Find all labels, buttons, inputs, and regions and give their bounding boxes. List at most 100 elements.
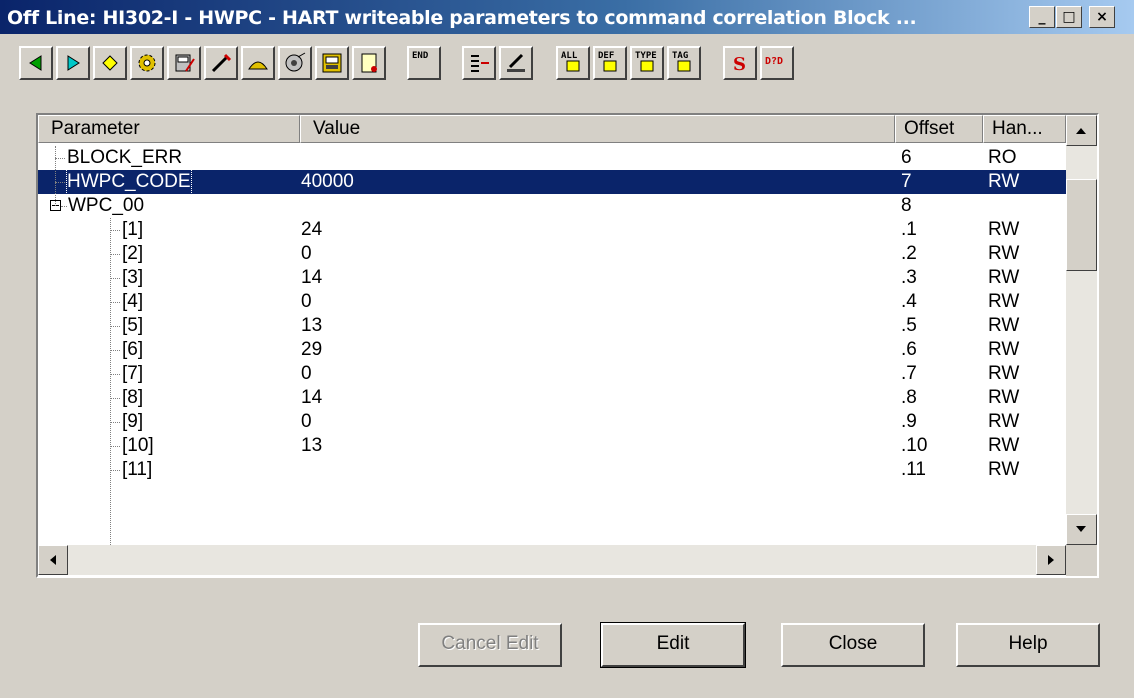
handling-cell: RW bbox=[988, 315, 1020, 336]
handling-cell: RW bbox=[988, 459, 1020, 480]
vertical-scrollbar[interactable] bbox=[1066, 115, 1097, 545]
next-button[interactable] bbox=[56, 46, 90, 80]
offset-cell: .4 bbox=[901, 291, 917, 312]
scroll-left-button[interactable] bbox=[38, 545, 68, 575]
diamond-button[interactable] bbox=[93, 46, 127, 80]
list-arrow-button[interactable] bbox=[462, 46, 496, 80]
gears-icon bbox=[138, 54, 156, 72]
handling-cell: RW bbox=[988, 219, 1020, 240]
maximize-button[interactable]: □ bbox=[1056, 6, 1082, 28]
parameter-cell: BLOCK_ERR bbox=[67, 147, 183, 168]
toolbar: END ALL DEF TYPE TAG S D?D bbox=[0, 36, 1134, 112]
parameter-cell: [2] bbox=[122, 243, 144, 264]
column-header-offset[interactable]: Offset bbox=[895, 115, 983, 143]
value-cell[interactable]: 13 bbox=[301, 314, 322, 338]
handling-cell: RW bbox=[988, 363, 1020, 384]
table-row[interactable]: [10] 13 .10 RW bbox=[38, 434, 1066, 458]
table-row[interactable]: [11] .11 RW bbox=[38, 458, 1066, 482]
handling-cell: RW bbox=[988, 291, 1020, 312]
column-header-value[interactable]: Value bbox=[300, 115, 895, 143]
table-row[interactable]: [8] 14 .8 RW bbox=[38, 386, 1066, 410]
parameter-cell: [7] bbox=[122, 363, 144, 384]
parameter-cell: [6] bbox=[122, 339, 144, 360]
parameter-cell: [3] bbox=[122, 267, 144, 288]
end-button[interactable]: END bbox=[407, 46, 441, 80]
def-button[interactable]: DEF bbox=[593, 46, 627, 80]
pen-icon bbox=[507, 53, 525, 72]
gears-button[interactable] bbox=[130, 46, 164, 80]
device-button[interactable] bbox=[315, 46, 349, 80]
handling-cell: RO bbox=[988, 147, 1017, 168]
meter-button[interactable] bbox=[167, 46, 201, 80]
table-row[interactable]: WPC_00 8 bbox=[38, 194, 1066, 218]
handling-cell: RW bbox=[988, 435, 1020, 456]
arrow-right-icon bbox=[1048, 555, 1054, 565]
s-icon: S bbox=[733, 54, 746, 75]
column-header-parameter[interactable]: Parameter bbox=[38, 115, 300, 143]
value-cell[interactable]: 14 bbox=[301, 386, 322, 410]
scroll-up-button[interactable] bbox=[1066, 115, 1097, 146]
table-row[interactable]: HWPC_CODE 40000 7 RW bbox=[38, 169, 1066, 195]
table-row[interactable]: [3] 14 .3 RW bbox=[38, 266, 1066, 290]
column-header-handling[interactable]: Han... bbox=[983, 115, 1066, 143]
value-cell[interactable]: 0 bbox=[301, 242, 312, 266]
pen-button[interactable] bbox=[499, 46, 533, 80]
type-button[interactable]: TYPE bbox=[630, 46, 664, 80]
cancel-edit-button[interactable]: Cancel Edit bbox=[418, 623, 562, 667]
title-bar: Off Line: HI302-I - HWPC - HART writeabl… bbox=[0, 0, 1134, 34]
value-cell[interactable]: 14 bbox=[301, 266, 322, 290]
probe-button[interactable] bbox=[204, 46, 238, 80]
dd-button[interactable]: D?D bbox=[760, 46, 794, 80]
tree-line bbox=[110, 218, 111, 545]
prev-button[interactable] bbox=[19, 46, 53, 80]
scroll-thumb[interactable] bbox=[1066, 179, 1097, 271]
horizontal-scrollbar[interactable] bbox=[38, 545, 1066, 575]
minimize-button[interactable]: _ bbox=[1029, 6, 1055, 28]
arrow-left-icon bbox=[50, 555, 56, 565]
table-row[interactable]: [9] 0 .9 RW bbox=[38, 410, 1066, 434]
handling-cell: RW bbox=[988, 387, 1020, 408]
all-button[interactable]: ALL bbox=[556, 46, 590, 80]
value-cell[interactable]: 24 bbox=[301, 218, 322, 242]
edit-button[interactable]: Edit bbox=[600, 622, 746, 668]
table-row[interactable]: [1] 24 .1 RW bbox=[38, 218, 1066, 242]
value-cell[interactable]: 13 bbox=[301, 434, 322, 458]
value-cell[interactable]: 40000 bbox=[301, 170, 354, 194]
probe-icon bbox=[211, 53, 232, 73]
cap-button[interactable] bbox=[241, 46, 275, 80]
offset-cell: .8 bbox=[901, 387, 917, 408]
value-cell[interactable]: 0 bbox=[301, 410, 312, 434]
offset-cell: .1 bbox=[901, 219, 917, 240]
help-button[interactable]: Help bbox=[956, 623, 1100, 667]
table-row[interactable]: BLOCK_ERR 6 RO bbox=[38, 146, 1066, 170]
window-title: Off Line: HI302-I - HWPC - HART writeabl… bbox=[7, 7, 917, 29]
scroll-down-button[interactable] bbox=[1066, 514, 1097, 545]
table-row[interactable]: [5] 13 .5 RW bbox=[38, 314, 1066, 338]
offset-cell: .6 bbox=[901, 339, 917, 360]
parameter-grid[interactable]: Parameter Value Offset Han... BLOCK_ERR 6… bbox=[36, 113, 1099, 578]
handling-cell: RW bbox=[988, 171, 1020, 192]
arrow-up-icon bbox=[1076, 128, 1086, 134]
table-row[interactable]: [6] 29 .6 RW bbox=[38, 338, 1066, 362]
offset-cell: 8 bbox=[901, 195, 912, 216]
parameter-cell: WPC_00 bbox=[68, 195, 145, 216]
next-icon bbox=[67, 55, 80, 71]
table-row[interactable]: [2] 0 .2 RW bbox=[38, 242, 1066, 266]
scroll-button[interactable] bbox=[352, 46, 386, 80]
s-button[interactable]: S bbox=[723, 46, 757, 80]
scroll-right-button[interactable] bbox=[1036, 545, 1066, 575]
tree-line bbox=[55, 146, 56, 206]
value-cell[interactable]: 0 bbox=[301, 290, 312, 314]
table-row[interactable]: [4] 0 .4 RW bbox=[38, 290, 1066, 314]
table-row[interactable]: [7] 0 .7 RW bbox=[38, 362, 1066, 386]
close-window-button[interactable]: × bbox=[1089, 6, 1115, 28]
bell-button[interactable] bbox=[278, 46, 312, 80]
parameter-cell: [11] bbox=[122, 459, 153, 480]
tag-button[interactable]: TAG bbox=[667, 46, 701, 80]
value-cell[interactable]: 29 bbox=[301, 338, 322, 362]
value-cell[interactable]: 0 bbox=[301, 362, 312, 386]
svg-text:S: S bbox=[733, 54, 746, 75]
offset-cell: .3 bbox=[901, 267, 917, 288]
list-arrow-icon bbox=[471, 55, 489, 72]
close-button[interactable]: Close bbox=[781, 623, 925, 667]
